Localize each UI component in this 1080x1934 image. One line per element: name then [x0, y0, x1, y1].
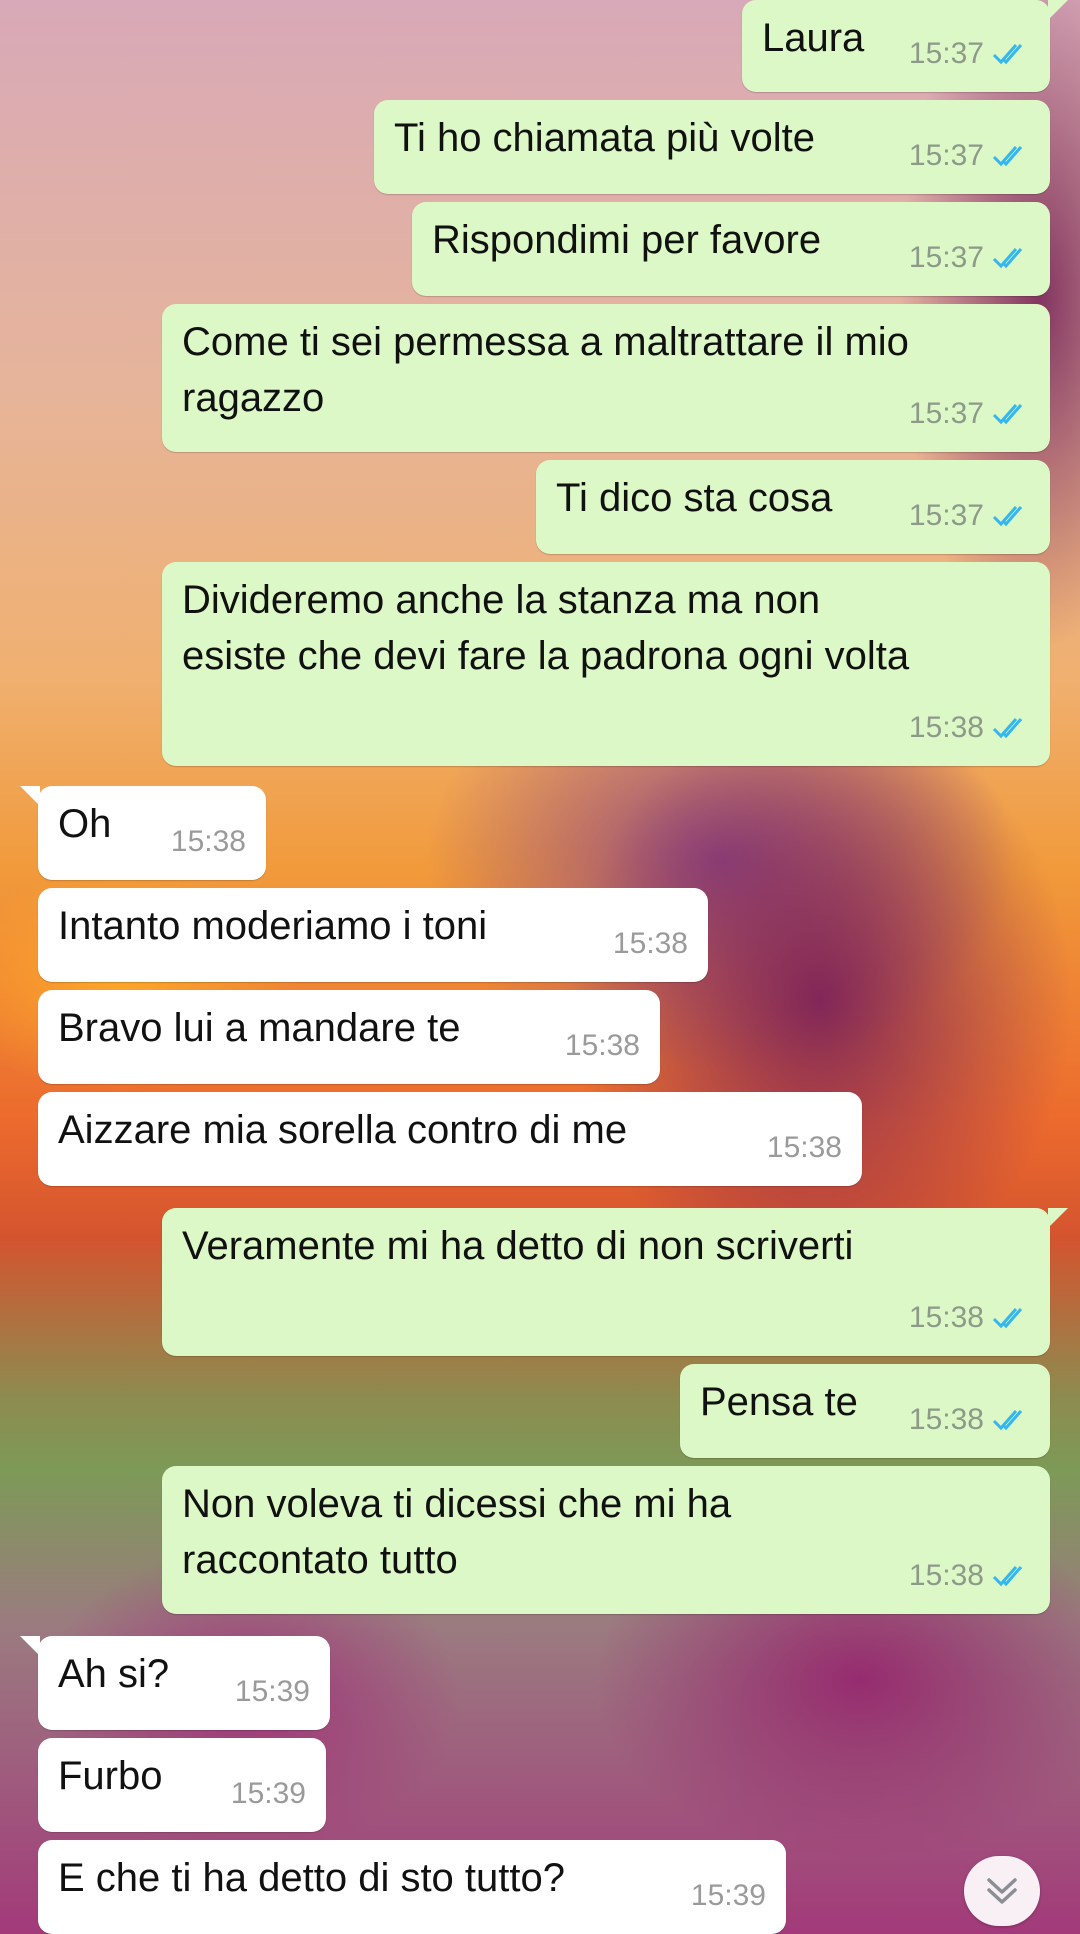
message-meta: 15:39	[235, 1664, 310, 1720]
message-bubble-incoming[interactable]: Oh 15:38	[38, 786, 266, 880]
message-bubble-incoming[interactable]: Bravo lui a mandare te 15:38	[38, 990, 660, 1084]
message-time: 15:39	[234, 1675, 310, 1708]
message-bubble-incoming[interactable]: Ah si? 15:39	[38, 1636, 330, 1730]
double-check-read-icon	[992, 1566, 1023, 1587]
message-meta: 15:38	[909, 1548, 1030, 1604]
message-bubble-incoming[interactable]: Furbo 15:39	[38, 1738, 326, 1832]
double-check-read-icon	[992, 1410, 1023, 1431]
message-time: 15:38	[612, 927, 688, 960]
message-bubble-outgoing[interactable]: Come ti sei permessa a maltrattare il mi…	[162, 304, 1050, 452]
message-bubble-incoming[interactable]: E che ti ha detto di sto tutto? 15:39	[38, 1840, 786, 1934]
message-bubble-outgoing[interactable]: Laura 15:37	[742, 0, 1050, 92]
message-text: Pensa te	[700, 1380, 858, 1424]
bubble-tail	[20, 786, 40, 806]
message-time: 15:38	[908, 1301, 984, 1334]
double-check-read-icon	[992, 1308, 1023, 1329]
message-text: Laura	[762, 16, 865, 60]
message-bubble-incoming[interactable]: Intanto moderiamo i toni 15:38	[38, 888, 708, 982]
double-check-read-icon	[992, 404, 1023, 425]
message-time: 15:37	[908, 499, 984, 532]
message-text: Come ti sei permessa a maltrattare il mi…	[182, 320, 909, 420]
message-meta: 15:39	[231, 1766, 306, 1822]
message-meta: 15:38	[171, 814, 246, 870]
message-text: Non voleva ti dicessi che mi ha racconta…	[182, 1482, 732, 1582]
message-time: 15:37	[908, 241, 984, 274]
message-time: 15:37	[908, 37, 984, 70]
bubble-tail	[20, 1636, 40, 1656]
message-bubble-outgoing[interactable]: Rispondimi per favore 15:37	[412, 202, 1050, 296]
message-time: 15:38	[170, 825, 246, 858]
message-text: Furbo	[58, 1754, 163, 1798]
message-time: 15:39	[230, 1777, 306, 1810]
message-text: Intanto moderiamo i toni	[58, 904, 488, 948]
message-text: Divideremo anche la stanza ma non esiste…	[182, 578, 910, 678]
message-meta: 15:38	[909, 1290, 1030, 1346]
message-time: 15:38	[564, 1029, 640, 1062]
message-meta: 15:38	[767, 1120, 842, 1176]
message-time: 15:38	[766, 1131, 842, 1164]
message-text: Veramente mi ha detto di non scriverti	[182, 1224, 854, 1268]
message-text: Ti dico sta cosa	[556, 476, 833, 520]
message-meta: 15:38	[909, 1392, 1030, 1448]
double-check-read-icon	[992, 146, 1023, 167]
chevron-double-down-icon	[987, 1878, 1017, 1904]
message-meta: 15:38	[613, 916, 688, 972]
message-bubble-incoming[interactable]: Aizzare mia sorella contro di me 15:38	[38, 1092, 862, 1186]
message-meta: 15:38	[909, 700, 1030, 756]
double-check-read-icon	[992, 44, 1023, 65]
message-text: Aizzare mia sorella contro di me	[58, 1108, 628, 1152]
double-check-read-icon	[992, 718, 1023, 739]
message-meta: 15:37	[909, 488, 1030, 544]
message-meta: 15:39	[691, 1868, 766, 1924]
message-time: 15:38	[908, 1559, 984, 1592]
double-check-read-icon	[992, 248, 1023, 269]
message-bubble-outgoing[interactable]: Veramente mi ha detto di non scriverti 1…	[162, 1208, 1050, 1356]
message-time: 15:38	[908, 1403, 984, 1436]
message-time: 15:39	[690, 1879, 766, 1912]
message-bubble-outgoing[interactable]: Ti ho chiamata più volte 15:37	[374, 100, 1050, 194]
message-meta: 15:37	[909, 26, 1030, 82]
message-time: 15:37	[908, 139, 984, 172]
message-text: Ah si?	[58, 1652, 170, 1696]
message-bubble-outgoing[interactable]: Pensa te 15:38	[680, 1364, 1050, 1458]
message-meta: 15:37	[909, 230, 1030, 286]
bubble-tail	[1048, 1208, 1068, 1228]
message-time: 15:37	[908, 397, 984, 430]
message-bubble-outgoing[interactable]: Ti dico sta cosa 15:37	[536, 460, 1050, 554]
bubble-tail	[1048, 0, 1068, 20]
message-bubble-outgoing[interactable]: Divideremo anche la stanza ma non esiste…	[162, 562, 1050, 766]
scroll-to-bottom-button[interactable]	[964, 1856, 1040, 1926]
message-text: Oh	[58, 802, 112, 846]
double-check-read-icon	[992, 506, 1023, 527]
message-time: 15:38	[908, 711, 984, 744]
message-text: Bravo lui a mandare te	[58, 1006, 461, 1050]
message-meta: 15:37	[909, 128, 1030, 184]
message-text: Rispondimi per favore	[432, 218, 822, 262]
message-meta: 15:38	[565, 1018, 640, 1074]
message-meta: 15:37	[909, 386, 1030, 442]
message-text: E che ti ha detto di sto tutto?	[58, 1856, 565, 1900]
message-bubble-outgoing[interactable]: Non voleva ti dicessi che mi ha racconta…	[162, 1466, 1050, 1614]
message-text: Ti ho chiamata più volte	[394, 116, 815, 160]
